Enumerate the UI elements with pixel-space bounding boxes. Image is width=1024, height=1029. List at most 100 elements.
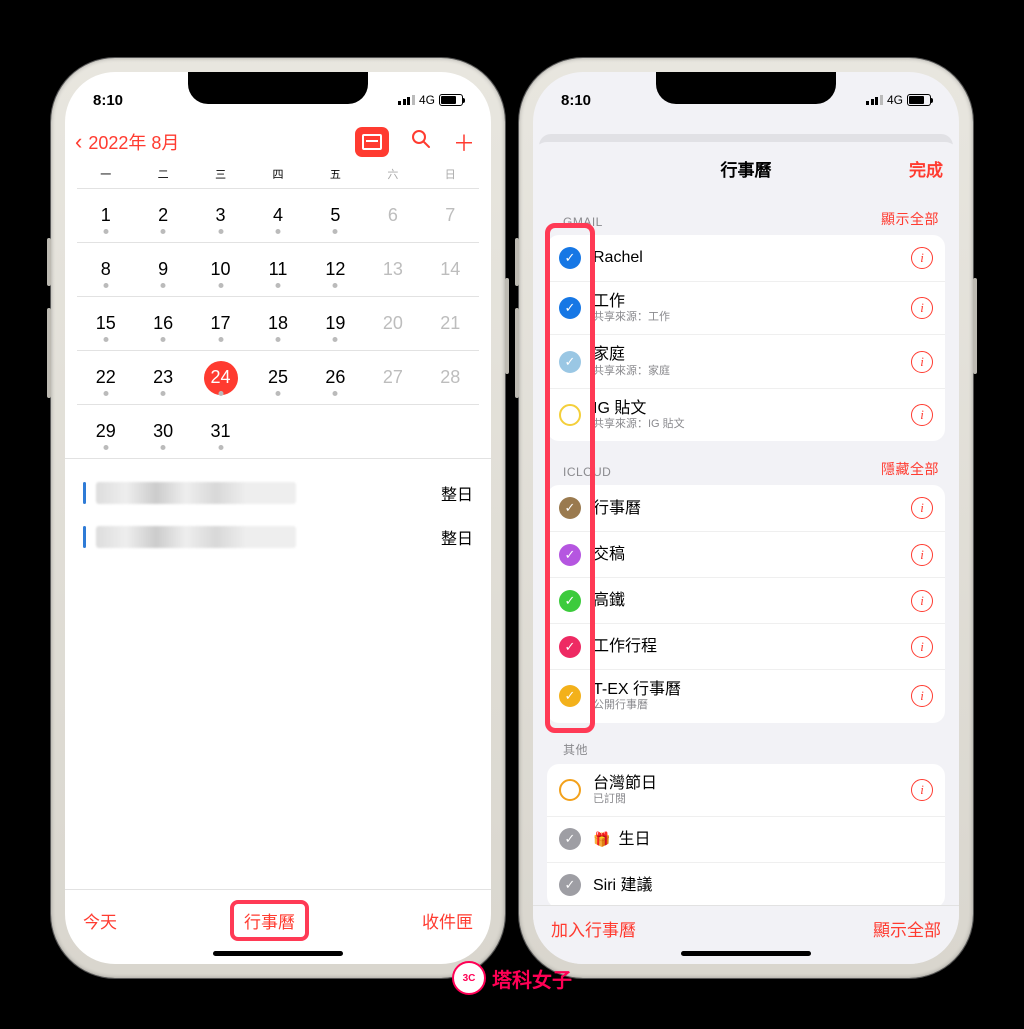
- home-indicator[interactable]: [213, 951, 343, 956]
- calendar-day[interactable]: 3: [192, 188, 249, 242]
- add-event-button[interactable]: ＋: [453, 126, 475, 158]
- calendar-day[interactable]: 7: [422, 188, 479, 242]
- search-icon[interactable]: [411, 129, 431, 155]
- done-button[interactable]: 完成: [909, 156, 943, 181]
- calendar-name: Rachel: [593, 248, 643, 267]
- calendar-day[interactable]: 18: [249, 296, 306, 350]
- calendar-check-icon[interactable]: ✓: [559, 828, 581, 850]
- calendar-day[interactable]: 29: [77, 404, 134, 458]
- event-title-redacted: [96, 526, 296, 548]
- calendar-day: [364, 404, 421, 458]
- calendar-row[interactable]: ✓ 高鐵 i: [547, 577, 945, 623]
- calendar-name: 工作行程: [593, 637, 657, 656]
- calendar-day[interactable]: 13: [364, 242, 421, 296]
- inbox-button[interactable]: 收件匣: [422, 908, 473, 933]
- calendar-check-icon[interactable]: ✓: [559, 685, 581, 707]
- calendar-day[interactable]: 23: [134, 350, 191, 404]
- calendar-day[interactable]: 17: [192, 296, 249, 350]
- calendar-check-icon[interactable]: [559, 404, 581, 426]
- calendar-day[interactable]: 19: [307, 296, 364, 350]
- calendar-day[interactable]: 10: [192, 242, 249, 296]
- calendar-check-icon[interactable]: [559, 779, 581, 801]
- calendar-day[interactable]: 12: [307, 242, 364, 296]
- section-action[interactable]: 顯示全部: [881, 209, 939, 229]
- sheet-footer: 加入行事曆 顯示全部: [533, 905, 959, 945]
- calendar-day[interactable]: 1: [77, 188, 134, 242]
- calendar-row[interactable]: ✓工作共享來源：工作i: [547, 281, 945, 334]
- calendar-row[interactable]: ✓行事曆i: [547, 485, 945, 531]
- info-icon[interactable]: i: [911, 297, 933, 319]
- section-action[interactable]: 隱藏全部: [881, 459, 939, 479]
- info-icon[interactable]: i: [911, 404, 933, 426]
- weekday-label: 二: [134, 166, 191, 182]
- home-indicator[interactable]: [681, 951, 811, 956]
- calendar-name: 高鐵: [593, 591, 625, 610]
- calendar-day[interactable]: 15: [77, 296, 134, 350]
- calendar-list: 台灣節日已訂閱i✓🎁生日✓Siri 建議: [547, 764, 945, 906]
- watermark: 3C 塔科女子: [452, 961, 572, 995]
- info-icon[interactable]: i: [911, 497, 933, 519]
- calendar-row[interactable]: ✓家庭共享來源：家庭i: [547, 334, 945, 387]
- info-icon[interactable]: i: [911, 636, 933, 658]
- calendar-day[interactable]: 11: [249, 242, 306, 296]
- calendar-day[interactable]: 14: [422, 242, 479, 296]
- calendar-day[interactable]: 5: [307, 188, 364, 242]
- add-calendar-button[interactable]: 加入行事曆: [551, 916, 636, 941]
- calendar-day[interactable]: 9: [134, 242, 191, 296]
- calendar-check-icon[interactable]: ✓: [559, 636, 581, 658]
- signal-icon: [398, 95, 415, 105]
- calendar-check-icon[interactable]: ✓: [559, 544, 581, 566]
- calendar-day[interactable]: 25: [249, 350, 306, 404]
- info-icon[interactable]: i: [911, 247, 933, 269]
- list-view-button[interactable]: [355, 127, 389, 157]
- calendar-day[interactable]: 24: [192, 350, 249, 404]
- phone-right: 8:10 4G 行事曆 完成 GMAIL顯示全部✓Racheli✓工作共享來源：…: [519, 58, 973, 978]
- calendar-row[interactable]: ✓ Rachel i: [547, 235, 945, 281]
- calendar-day[interactable]: 26: [307, 350, 364, 404]
- today-button[interactable]: 今天: [83, 908, 117, 933]
- back-icon[interactable]: ‹: [75, 129, 82, 155]
- calendar-row[interactable]: ✓Siri 建議: [547, 862, 945, 905]
- calendar-day[interactable]: 31: [192, 404, 249, 458]
- calendar-day[interactable]: 27: [364, 350, 421, 404]
- info-icon[interactable]: i: [911, 590, 933, 612]
- calendar-check-icon[interactable]: ✓: [559, 297, 581, 319]
- calendar-grid[interactable]: 1234567891011121314151617181920212223242…: [65, 188, 491, 458]
- calendar-row[interactable]: ✓T-EX 行事曆公開行事曆i: [547, 669, 945, 722]
- calendar-check-icon[interactable]: ✓: [559, 497, 581, 519]
- watermark-avatar: 3C: [452, 961, 486, 995]
- info-icon[interactable]: i: [911, 685, 933, 707]
- calendar-row[interactable]: ✓🎁生日: [547, 816, 945, 862]
- event-row[interactable]: 整日: [83, 471, 473, 515]
- calendar-day[interactable]: 21: [422, 296, 479, 350]
- calendar-check-icon[interactable]: ✓: [559, 247, 581, 269]
- calendar-day[interactable]: 6: [364, 188, 421, 242]
- calendar-row[interactable]: IG 貼文共享來源：IG 貼文i: [547, 388, 945, 441]
- info-icon[interactable]: i: [911, 351, 933, 373]
- watermark-text: 塔科女子: [492, 964, 572, 993]
- show-all-button[interactable]: 顯示全部: [873, 916, 941, 941]
- calendar-name: 台灣節日: [593, 774, 657, 793]
- calendar-day[interactable]: 8: [77, 242, 134, 296]
- event-row[interactable]: 整日: [83, 515, 473, 559]
- calendar-day[interactable]: 20: [364, 296, 421, 350]
- calendars-button[interactable]: 行事曆: [230, 900, 309, 941]
- calendar-check-icon[interactable]: ✓: [559, 590, 581, 612]
- calendar-day[interactable]: 4: [249, 188, 306, 242]
- calendar-day[interactable]: 16: [134, 296, 191, 350]
- calendar-day[interactable]: 30: [134, 404, 191, 458]
- calendar-row[interactable]: 台灣節日已訂閱i: [547, 764, 945, 816]
- calendar-row[interactable]: ✓交稿i: [547, 531, 945, 577]
- calendar-day[interactable]: 28: [422, 350, 479, 404]
- calendar-day[interactable]: 22: [77, 350, 134, 404]
- calendar-check-icon[interactable]: ✓: [559, 351, 581, 373]
- calendar-check-icon[interactable]: ✓: [559, 874, 581, 896]
- month-title[interactable]: 2022年 8月: [88, 129, 349, 155]
- section-name: ICLOUD: [563, 465, 611, 479]
- info-icon[interactable]: i: [911, 779, 933, 801]
- info-icon[interactable]: i: [911, 544, 933, 566]
- calendar-day[interactable]: 2: [134, 188, 191, 242]
- event-title-redacted: [96, 482, 296, 504]
- calendar-sub: 共享來源：IG 貼文: [593, 418, 685, 431]
- calendar-row[interactable]: ✓ 工作行程 i: [547, 623, 945, 669]
